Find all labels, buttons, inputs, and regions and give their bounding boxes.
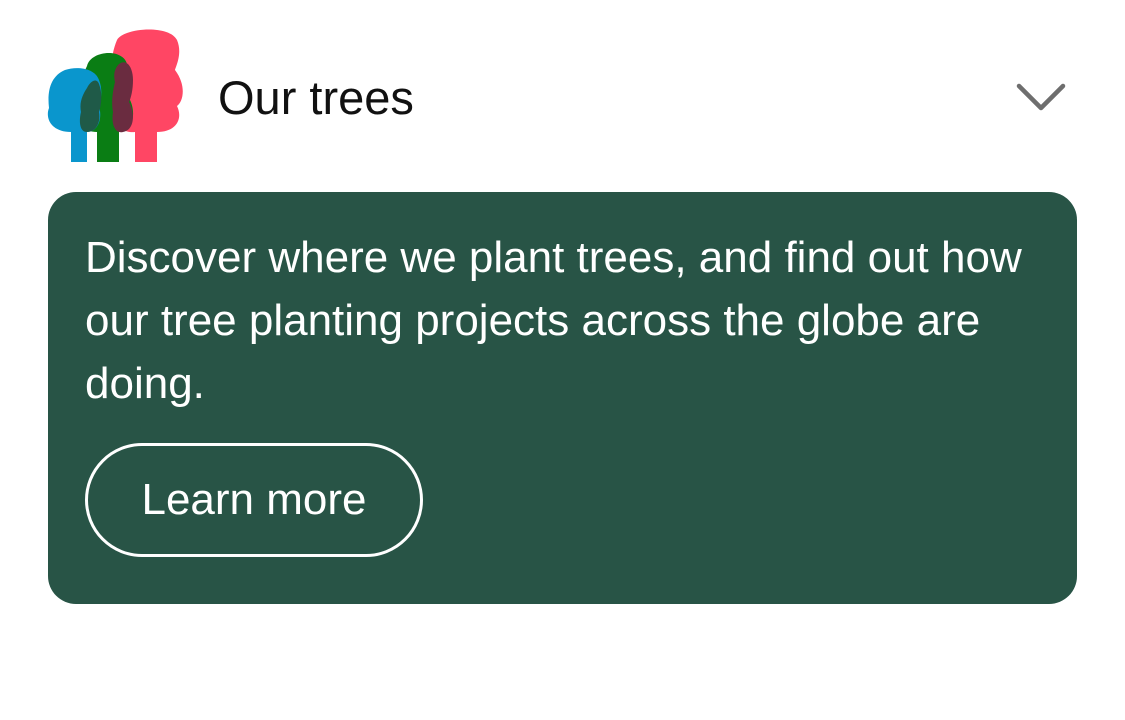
logo-overlap-dark-red	[112, 62, 133, 133]
card-description: Discover where we plant trees, and find …	[85, 233, 1022, 408]
info-card: Discover where we plant trees, and find …	[48, 192, 1077, 604]
tree-trio-logo-icon	[47, 29, 183, 162]
chevron-stroke	[1016, 83, 1066, 111]
chevron-down-icon[interactable]	[1013, 78, 1069, 116]
section-header[interactable]: Our trees	[0, 0, 1125, 192]
page-title: Our trees	[218, 71, 414, 124]
learn-more-button[interactable]: Learn more	[85, 443, 423, 557]
